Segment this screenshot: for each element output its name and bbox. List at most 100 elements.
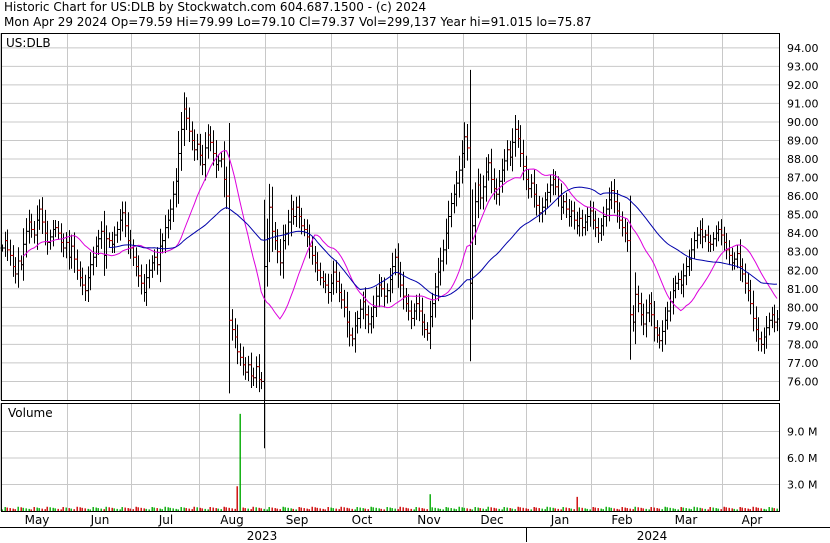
ohlc-bar [259,371,264,390]
ohlc-bar [323,273,328,294]
volume-bar [372,507,374,511]
ohlc-bar [489,148,494,194]
volume-bar [517,506,519,511]
volume-bar [217,508,219,511]
volume-bar [731,508,733,511]
volume-bar [621,507,623,511]
volume-bar [690,509,692,511]
ohlc-bar [444,218,449,265]
volume-bar [137,507,139,511]
volume-bar [30,509,32,511]
volume-bar [653,507,655,511]
ohlc-bar [331,260,336,295]
volume-bar [175,508,177,511]
volume-bar [364,508,366,511]
ohlc-bar [136,255,141,287]
ohlc-bar [772,304,777,333]
month-label: Dec [480,513,503,527]
ohlc-bar [649,292,654,327]
ohlc-bar [32,221,37,244]
ohlc-bar [668,291,673,322]
volume-bar [576,496,578,511]
volume-bar [324,509,326,511]
ohlc-bar [208,126,213,152]
volume-bar [255,507,257,511]
ohlc-bar [470,189,475,320]
volume-bar [712,507,714,511]
volume-bar [629,508,631,511]
volume-bar [554,508,556,511]
month-label: Oct [352,513,373,527]
volume-bar [22,507,24,511]
ohlc-bar [583,214,588,236]
volume-bar [602,509,604,511]
ohlc-bar [190,121,195,151]
volume-bar [680,507,682,511]
volume-bar [405,507,407,511]
ohlc-bar [289,194,294,237]
volume-bar [335,508,337,511]
volume-bar [493,507,495,511]
volume-bar [763,508,765,511]
volume-bar [490,507,492,511]
ohlc-bar [393,248,398,276]
volume-bar [469,508,471,511]
ohlc-bar [16,247,21,288]
ohlc-bar [254,356,259,389]
year-label: 2024 [637,529,668,543]
volume-bar [188,508,190,511]
volume-bar [271,507,273,511]
volume-bar [426,509,428,511]
price-tick-label: 83.00 [787,246,819,259]
volume-bar [592,507,594,511]
volume-bar [640,507,642,511]
volume-bar [707,509,709,511]
volume-bar [693,506,695,511]
volume-bar [89,509,91,511]
volume-bar [263,508,265,511]
volume-bar [303,508,305,511]
volume-bar [560,509,562,511]
ohlc-bar [302,218,307,237]
ohlc-bar [727,240,732,266]
volume-bar [597,508,599,511]
ohlc-bar [754,306,759,342]
volume-bar [113,508,115,511]
volume-bar [549,507,551,511]
volume-bar [52,507,54,511]
volume-bar [46,506,48,511]
ohlc-bar [513,115,518,157]
volume-bar [458,506,460,511]
volume-bar [140,507,142,511]
volume-bar [437,508,439,511]
ohlc-bar [174,168,179,208]
volume-bar [519,507,521,511]
ohlc-bar [350,327,355,347]
volume-bar [538,508,540,511]
volume-bar [348,508,350,511]
ohlc-bar [86,266,91,302]
volume-bar [661,509,663,511]
volume-bar [589,509,591,511]
volume-bar [511,508,513,511]
volume-bar [447,507,449,511]
volume-bar [346,507,348,511]
price-tick-label: 91.00 [787,97,819,110]
volume-bar [616,508,618,511]
volume-bar [14,509,16,511]
ohlc-bar [420,297,425,336]
ohlc-bar [246,355,251,382]
volume-bar [177,509,179,511]
ohlc-bar [299,207,304,235]
ohlc-bar [297,195,302,229]
volume-bar [311,506,313,511]
ohlc-bar [195,133,200,161]
volume-bar [410,508,412,511]
volume-bar [322,508,324,511]
volume-bar [343,507,345,511]
volume-bar [434,507,436,511]
month-label: Sep [286,513,309,527]
volume-bar [38,508,40,511]
ohlc-bar [192,129,197,161]
ohlc-bar [286,209,291,246]
